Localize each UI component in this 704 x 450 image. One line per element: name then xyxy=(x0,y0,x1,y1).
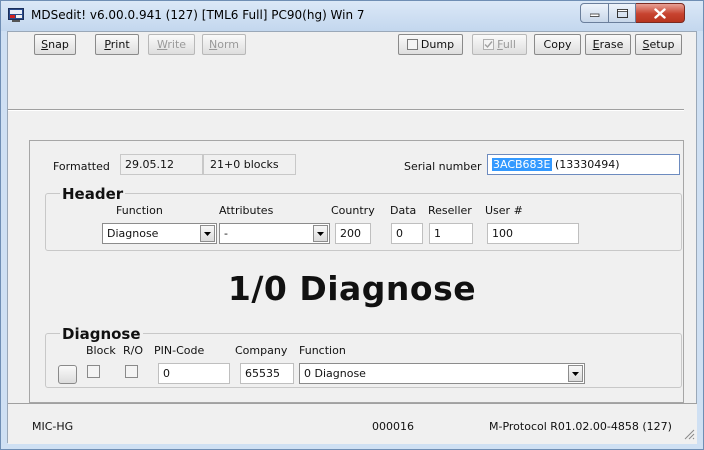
serial-number-label: Serial number xyxy=(404,160,482,173)
copy-button[interactable]: Copy xyxy=(534,34,581,55)
snap-label: nap xyxy=(48,38,69,51)
snap-button[interactable]: Snap xyxy=(34,34,76,55)
chevron-down-icon xyxy=(317,231,324,236)
minimize-icon xyxy=(589,13,599,17)
diagnose-group-title: Diagnose xyxy=(60,325,143,343)
attributes-dropdown[interactable] xyxy=(313,225,328,242)
company-label: Company xyxy=(235,344,288,357)
norm-label: orm xyxy=(217,38,239,51)
header-function-dropdown[interactable] xyxy=(200,225,215,242)
ro-checkbox[interactable] xyxy=(125,365,138,378)
serial-number-field[interactable]: 3ACB683E (13330494) xyxy=(487,154,680,175)
check-icon xyxy=(484,41,493,49)
full-label: ull xyxy=(502,38,516,51)
write-label-mnemonic: W xyxy=(156,38,168,51)
status-protocol: M-Protocol R01.02.00-4858 (127) xyxy=(489,420,672,433)
pin-code-label: PIN-Code xyxy=(154,344,205,357)
status-device: MIC-HG xyxy=(32,420,74,433)
serial-rest: (13330494) xyxy=(551,158,620,171)
app-icon xyxy=(8,8,24,22)
data-input[interactable]: 0 xyxy=(391,223,423,244)
block-checkbox[interactable] xyxy=(87,365,100,378)
data-label: Data xyxy=(390,204,417,217)
write-button[interactable]: Write xyxy=(148,34,195,55)
formatted-label: Formatted xyxy=(53,160,110,173)
maximize-button[interactable] xyxy=(609,3,636,23)
diagnose-action-button[interactable] xyxy=(58,365,77,384)
toolbar-divider xyxy=(8,109,684,111)
diagnose-function-dropdown[interactable] xyxy=(568,365,583,382)
title-bar[interactable]: MDSedit! v6.00.0.941 (127) [TML6 Full] P… xyxy=(1,1,703,31)
setup-button[interactable]: Setup xyxy=(635,34,682,55)
erase-button[interactable]: Erase xyxy=(585,34,631,55)
country-input[interactable]: 200 xyxy=(335,223,371,244)
attributes-label: Attributes xyxy=(219,204,274,217)
header-function-select[interactable]: Diagnose xyxy=(102,223,217,244)
main-display: 1/0 Diagnose xyxy=(227,269,477,308)
attributes-value: - xyxy=(224,227,228,240)
copy-label: Copy xyxy=(543,38,572,51)
dump-checkbox[interactable] xyxy=(406,39,418,50)
norm-button[interactable]: Norm xyxy=(202,34,246,55)
user-label: User # xyxy=(485,204,523,217)
full-checkbox-button[interactable]: Full xyxy=(472,34,527,55)
company-input[interactable]: 65535 xyxy=(240,363,294,384)
reseller-input[interactable]: 1 xyxy=(429,223,473,244)
country-label: Country xyxy=(331,204,375,217)
header-group-title: Header xyxy=(60,185,126,203)
dump-checkbox-button[interactable]: Dump xyxy=(398,34,463,55)
status-counter: 000016 xyxy=(372,420,414,433)
diagnose-function-select[interactable]: 0 Diagnose xyxy=(299,363,585,384)
window-title: MDSedit! v6.00.0.941 (127) [TML6 Full] P… xyxy=(31,8,365,22)
close-button[interactable] xyxy=(636,3,685,23)
chevron-down-icon xyxy=(204,231,211,236)
ro-label: R/O xyxy=(123,344,144,357)
block-label: Block xyxy=(86,344,116,357)
diagnose-function-label: Function xyxy=(299,344,346,357)
user-input[interactable]: 100 xyxy=(487,223,579,244)
full-checkbox[interactable] xyxy=(483,39,495,50)
pin-code-input[interactable]: 0 xyxy=(158,363,230,384)
maximize-icon xyxy=(616,8,628,18)
serial-selected: 3ACB683E xyxy=(492,158,552,171)
close-icon xyxy=(654,7,666,19)
setup-label: etup xyxy=(649,38,675,51)
diagnose-function-value: 0 Diagnose xyxy=(304,367,366,380)
print-label: rint xyxy=(110,38,130,51)
erase-label-mnemonic: E xyxy=(592,38,600,51)
app-window: MDSedit! v6.00.0.941 (127) [TML6 Full] P… xyxy=(0,0,704,450)
minimize-button[interactable] xyxy=(580,3,609,23)
reseller-label: Reseller xyxy=(428,204,472,217)
write-label: rite xyxy=(167,38,187,51)
dump-label: Dump xyxy=(420,38,455,51)
header-function-label: Function xyxy=(116,204,163,217)
print-button[interactable]: Print xyxy=(95,34,139,55)
formatted-date: 29.05.12 xyxy=(120,154,203,175)
erase-label: rase xyxy=(599,38,624,51)
norm-label-mnemonic: N xyxy=(208,38,218,51)
blocks-count: 21+0 blocks xyxy=(203,154,296,175)
header-function-value: Diagnose xyxy=(107,227,159,240)
attributes-select[interactable]: - xyxy=(219,223,330,244)
resize-grip-icon[interactable] xyxy=(682,427,695,440)
chevron-down-icon xyxy=(572,371,579,376)
